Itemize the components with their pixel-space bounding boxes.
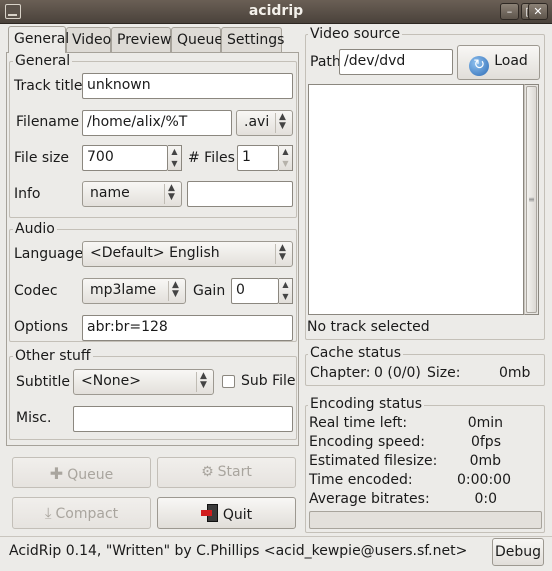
tab-preview[interactable]: Preview [111, 27, 172, 53]
info-selected: name [90, 185, 130, 201]
video-source-frame-label: Video source [308, 26, 403, 42]
encoding-progress-bar [309, 511, 542, 529]
real-time-left-value: 0min [467, 415, 503, 431]
start-button[interactable]: ⚙ Start [157, 457, 296, 488]
audio-frame-label: Audio [13, 221, 57, 237]
subtitle-select[interactable]: <None> ▲ ▼ [73, 369, 214, 395]
general-frame-label: General [13, 53, 73, 69]
exit-icon [200, 504, 219, 522]
track-title-input[interactable]: unknown [82, 73, 293, 99]
files-input[interactable]: 1 [237, 145, 279, 171]
close-icon[interactable]: ✕ [528, 3, 548, 20]
info-input[interactable] [187, 181, 293, 207]
chevron-updown-icon: ▲ ▼ [196, 372, 210, 392]
options-label: Options [14, 319, 69, 335]
tab-settings[interactable]: Settings [221, 27, 284, 53]
queue-button[interactable]: ✚ Queue [12, 457, 151, 488]
download-icon: ⤓ [44, 504, 52, 522]
extension-select[interactable]: .avi ▲ ▼ [236, 110, 293, 136]
file-size-spinner[interactable]: ▲ ▼ [168, 145, 182, 171]
track-list[interactable] [308, 84, 524, 315]
estimated-filesize-value: 0mb [469, 453, 501, 469]
average-bitrates-value: 0:0 [474, 491, 497, 507]
info-label: Info [14, 186, 41, 202]
gain-label: Gain [193, 283, 226, 299]
real-time-left-label: Real time left: [309, 415, 408, 431]
misc-input[interactable] [73, 406, 293, 432]
sub-file-checkbox[interactable] [222, 375, 235, 388]
codec-selected: mp3lame [90, 282, 157, 298]
minimize-icon[interactable]: – [500, 3, 519, 20]
quit-button[interactable]: Quit [157, 497, 296, 529]
gain-spinner[interactable]: ▲ ▼ [279, 278, 293, 304]
chevron-updown-icon: ▲ ▼ [275, 113, 289, 133]
file-size-label: File size [14, 150, 70, 166]
size-label: Size: [427, 365, 461, 381]
tab-general[interactable]: General [8, 26, 69, 53]
statusbar-separator [0, 536, 552, 537]
status-text: AcidRip 0.14, "Written" by C.Phillips <a… [9, 543, 468, 559]
subtitle-selected: <None> [81, 373, 141, 389]
misc-label: Misc. [16, 410, 52, 426]
files-spinner[interactable]: ▲ ▼ [279, 145, 293, 171]
path-label: Path [310, 54, 341, 70]
codec-select[interactable]: mp3lame ▲ ▼ [82, 278, 186, 304]
refresh-icon: ↻ [469, 56, 490, 76]
chapter-value: 0 (0/0) [374, 365, 421, 381]
sub-file-label[interactable]: Sub File [241, 373, 296, 389]
encoding-speed-label: Encoding speed: [309, 434, 425, 450]
chevron-updown-icon: ▲ ▼ [164, 184, 178, 204]
path-input[interactable]: /dev/dvd [339, 49, 453, 75]
average-bitrates-label: Average bitrates: [309, 491, 430, 507]
cache-status-frame-label: Cache status [308, 345, 404, 361]
scroll-thumb[interactable]: ≡ [526, 86, 537, 313]
debug-button[interactable]: Debug [492, 538, 544, 566]
options-input[interactable]: abr:br=128 [82, 315, 293, 341]
info-select[interactable]: name ▲ ▼ [82, 181, 182, 207]
filename-label: Filename [16, 114, 80, 130]
filename-input[interactable]: /home/alix/%T [82, 110, 232, 136]
codec-label: Codec [14, 283, 58, 299]
encoding-status-frame-label: Encoding status [308, 396, 424, 412]
subtitle-label: Subtitle [16, 374, 71, 390]
file-size-input[interactable]: 700 [82, 145, 168, 171]
chevron-updown-icon: ▲ ▼ [168, 281, 182, 301]
gears-icon: ⚙ [201, 464, 214, 480]
title-bar[interactable]: acidrip – □ [0, 0, 552, 24]
other-stuff-frame-label: Other stuff [13, 348, 93, 364]
chevron-updown-icon: ▲ ▼ [275, 244, 289, 264]
window-title: acidrip [248, 3, 304, 19]
encoding-speed-value: 0fps [470, 434, 501, 450]
gain-input[interactable]: 0 [231, 278, 279, 304]
extension-value: .avi [244, 114, 270, 130]
tab-queue[interactable]: Queue [171, 27, 223, 53]
track-status: No track selected [307, 319, 430, 335]
size-value: 0mb [499, 365, 531, 381]
load-button[interactable]: ↻ Load [457, 45, 540, 80]
compact-button[interactable]: ⤓ Compact [12, 497, 151, 529]
language-label: Language [14, 246, 84, 262]
track-list-scrollbar[interactable]: ≡ [524, 84, 539, 315]
track-title-label: Track title [14, 78, 83, 94]
language-select[interactable]: <Default> English ▲ ▼ [82, 241, 293, 267]
files-label: # Files [188, 150, 235, 166]
add-icon: ✚ [49, 464, 64, 483]
time-encoded-label: Time encoded: [309, 472, 413, 488]
estimated-filesize-label: Estimated filesize: [309, 453, 438, 469]
language-selected: <Default> English [90, 245, 220, 261]
time-encoded-value: 0:00:00 [457, 472, 511, 488]
tab-video[interactable]: Video [66, 27, 111, 53]
chapter-label: Chapter: [310, 365, 371, 381]
